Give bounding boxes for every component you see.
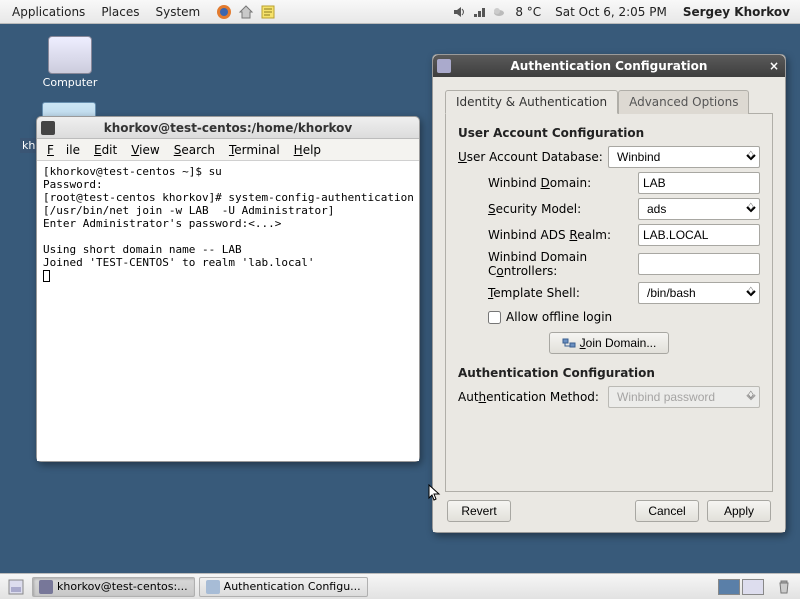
volume-icon[interactable] — [451, 4, 467, 20]
term-line: [root@test-centos khorkov]# system-confi… — [43, 191, 414, 204]
trash-icon[interactable] — [776, 579, 792, 595]
taskbar-label: Authentication Configu... — [224, 580, 361, 593]
offline-login-label: Allow offline login — [506, 310, 612, 324]
security-model-select[interactable]: ads — [638, 198, 760, 220]
term-line: [/usr/bin/net join -w LAB -U Administrat… — [43, 204, 334, 217]
workspace-1[interactable] — [718, 579, 740, 595]
user-db-select[interactable]: Winbind — [608, 146, 760, 168]
network-icon[interactable] — [471, 4, 487, 20]
auth-body: Identity & Authentication Advanced Optio… — [433, 77, 785, 532]
terminal-title: khorkov@test-centos:/home/khorkov — [104, 121, 352, 135]
section-auth-config: Authentication Configuration — [458, 366, 760, 380]
auth-config-window: Authentication Configuration × Identity … — [432, 54, 786, 533]
home-icon[interactable] — [236, 2, 256, 22]
clock-text[interactable]: Sat Oct 6, 2:05 PM — [549, 5, 673, 19]
template-shell-select[interactable]: /bin/bash — [638, 282, 760, 304]
tab-identity[interactable]: Identity & Authentication — [445, 90, 618, 114]
revert-button[interactable]: Revert — [447, 500, 511, 522]
weather-text: 8 °C — [511, 5, 545, 19]
auth-tabs: Identity & Authentication Advanced Optio… — [445, 89, 773, 114]
terminal-window: khorkov@test-centos:/home/khorkov File E… — [36, 116, 420, 462]
join-domain-label: Join Domain... — [580, 336, 657, 350]
desktop-icon-label: Computer — [40, 76, 100, 89]
section-user-account: User Account Configuration — [458, 126, 760, 140]
computer-icon — [48, 36, 92, 74]
close-icon[interactable]: × — [769, 59, 779, 73]
auth-window-icon — [437, 59, 451, 73]
template-shell-label: Template Shell: — [458, 286, 638, 300]
ads-realm-input[interactable] — [638, 224, 760, 246]
terminal-menu-edit[interactable]: Edit — [88, 141, 123, 159]
terminal-menu-search[interactable]: Search — [168, 141, 221, 159]
menu-applications[interactable]: Applications — [4, 5, 93, 19]
launcher-icons — [214, 2, 278, 22]
terminal-titlebar[interactable]: khorkov@test-centos:/home/khorkov — [37, 117, 419, 139]
terminal-menu-file[interactable]: File — [41, 141, 86, 159]
auth-titlebar[interactable]: Authentication Configuration × — [433, 55, 785, 77]
term-line: Joined 'TEST-CENTOS' to realm 'lab.local… — [43, 256, 315, 269]
security-model-label: Security Model: — [458, 202, 638, 216]
terminal-window-icon — [41, 121, 55, 135]
apply-button[interactable]: Apply — [707, 500, 771, 522]
desktop-icon-computer[interactable]: Computer — [40, 36, 100, 89]
terminal-menu-terminal[interactable]: Terminal — [223, 141, 286, 159]
cancel-button[interactable]: Cancel — [635, 500, 699, 522]
firefox-icon[interactable] — [214, 2, 234, 22]
bottom-panel: khorkov@test-centos:... Authentication C… — [0, 573, 800, 599]
user-db-label: User Account Database: — [458, 150, 608, 164]
term-line: [khorkov@test-centos ~]$ su — [43, 165, 222, 178]
term-line: Password: — [43, 178, 103, 191]
tab-content: User Account Configuration User Account … — [445, 114, 773, 492]
taskbar-item-terminal[interactable]: khorkov@test-centos:... — [32, 577, 195, 597]
user-menu[interactable]: Sergey Khorkov — [677, 5, 796, 19]
tab-advanced[interactable]: Advanced Options — [618, 90, 749, 114]
auth-method-label: Authentication Method: — [458, 390, 608, 404]
system-tray: 8 °C Sat Oct 6, 2:05 PM Sergey Khorkov — [451, 4, 796, 20]
notes-icon[interactable] — [258, 2, 278, 22]
offline-login-checkbox[interactable] — [488, 311, 501, 324]
dc-label: Winbind Domain Controllers: — [458, 250, 638, 278]
top-panel: Applications Places System 8 °C Sat Oct … — [0, 0, 800, 24]
taskbar-label: khorkov@test-centos:... — [57, 580, 188, 593]
terminal-body[interactable]: [khorkov@test-centos ~]$ su Password: [r… — [37, 161, 419, 461]
winbind-domain-label: Winbind Domain: — [458, 176, 638, 190]
term-line: Using short domain name -- LAB — [43, 243, 242, 256]
weather-icon[interactable] — [491, 4, 507, 20]
show-desktop-icon[interactable] — [8, 579, 24, 595]
terminal-menubar: File Edit View Search Terminal Help — [37, 139, 419, 161]
terminal-task-icon — [39, 580, 53, 594]
auth-method-select: Winbind password — [608, 386, 760, 408]
terminal-cursor — [43, 270, 50, 282]
authconfig-task-icon — [206, 580, 220, 594]
terminal-menu-help[interactable]: Help — [288, 141, 327, 159]
menu-system[interactable]: System — [147, 5, 208, 19]
ads-realm-label: Winbind ADS Realm: — [458, 228, 638, 242]
terminal-menu-view[interactable]: View — [125, 141, 165, 159]
taskbar-item-authconfig[interactable]: Authentication Configu... — [199, 577, 368, 597]
dc-input[interactable] — [638, 253, 760, 275]
workspace-2[interactable] — [742, 579, 764, 595]
desktop-label-truncated: kh — [20, 138, 37, 153]
dialog-button-bar: Revert Cancel Apply — [445, 492, 773, 524]
join-domain-button[interactable]: Join Domain... — [549, 332, 670, 354]
workspace-switcher[interactable] — [714, 579, 768, 595]
auth-title: Authentication Configuration — [511, 59, 708, 73]
winbind-domain-input[interactable] — [638, 172, 760, 194]
menu-places[interactable]: Places — [93, 5, 147, 19]
term-line: Enter Administrator's password:<...> — [43, 217, 281, 230]
network-join-icon — [562, 336, 576, 350]
